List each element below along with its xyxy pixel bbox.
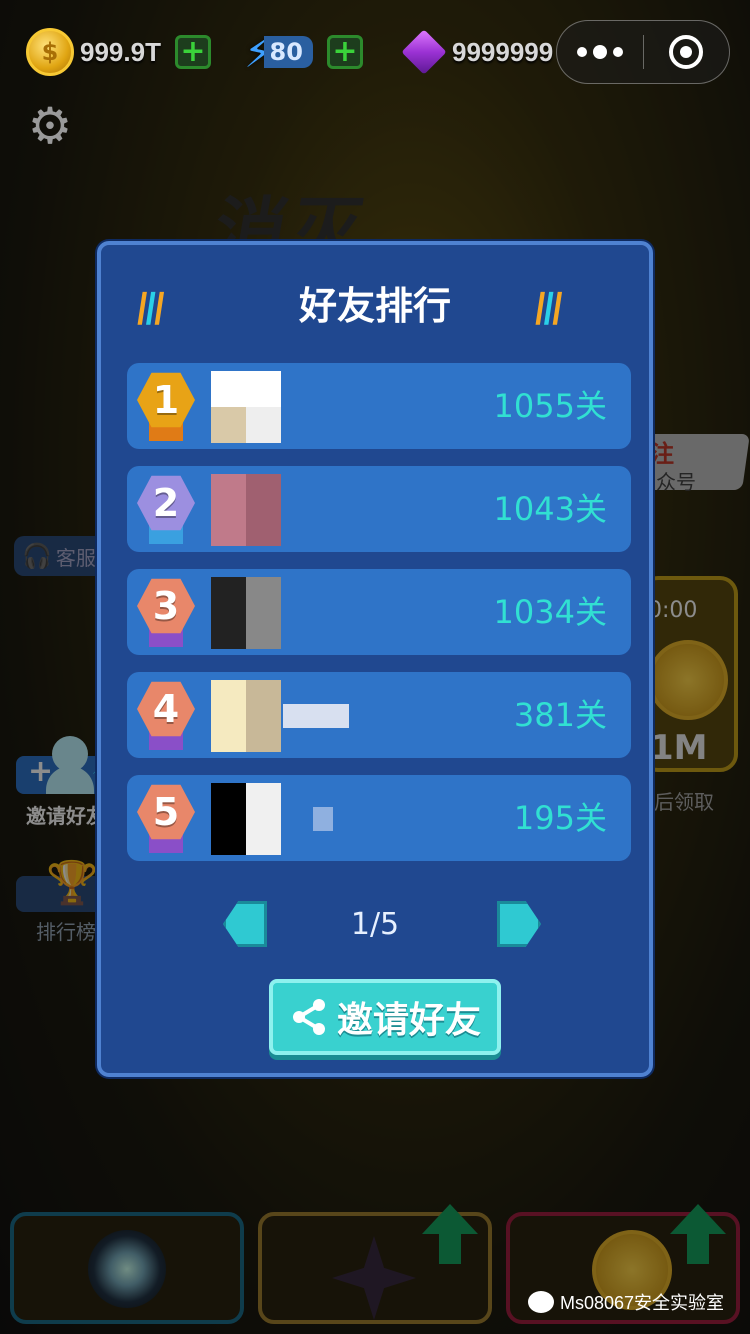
- watermark-text: Ms08067安全实验室: [560, 1293, 725, 1313]
- energy-value: 80: [263, 36, 313, 68]
- miniprogram-capsule: [556, 20, 730, 84]
- watermark: Ms08067安全实验室: [528, 1284, 724, 1320]
- share-icon: [292, 999, 325, 1035]
- ranking-row[interactable]: 5 195关: [127, 775, 631, 861]
- coin-icon: $: [26, 28, 74, 76]
- gems-counter: 9999999: [401, 28, 554, 76]
- rank-badge: 3: [137, 577, 197, 647]
- rank-number: 4: [137, 681, 195, 737]
- coins-value: 999.9T: [80, 36, 161, 67]
- wechat-icon: [528, 1291, 554, 1313]
- score: 1034关: [493, 593, 607, 631]
- nickname-blur: [313, 807, 333, 831]
- avatar: [211, 371, 281, 443]
- rank-number: 1: [137, 372, 195, 428]
- top-bar: $ 999.9T + ⚡ 80 + 9999999 ⚙: [0, 0, 750, 151]
- rank-badge: 5: [137, 783, 197, 853]
- score: 195关: [513, 799, 607, 837]
- modal-title: 好友排行: [298, 284, 451, 328]
- rank-badge: 4: [137, 680, 197, 750]
- score: 1043关: [493, 490, 607, 528]
- avatar: [211, 783, 281, 855]
- ranking-row[interactable]: 1 1055关: [127, 363, 631, 449]
- gems-value: 9999999: [452, 36, 554, 67]
- pagination: 1/5: [101, 901, 649, 951]
- add-coins-button[interactable]: +: [174, 35, 211, 69]
- rank-badge: 1: [137, 371, 197, 441]
- close-target-icon[interactable]: [644, 20, 730, 84]
- coins-counter: $ 999.9T +: [26, 28, 211, 76]
- avatar: [211, 577, 281, 649]
- avatar: [211, 474, 281, 546]
- nickname-blur: [283, 704, 349, 728]
- rank-number: 5: [137, 784, 195, 840]
- gem-icon: [401, 29, 447, 75]
- ranking-row[interactable]: 3 1034关: [127, 569, 631, 655]
- rank-badge: 2: [137, 474, 197, 544]
- ranking-row[interactable]: 4 381关: [127, 672, 631, 758]
- score: 381关: [513, 696, 607, 734]
- avatar: [211, 680, 281, 752]
- invite-friends-button[interactable]: 邀请好友: [269, 979, 501, 1055]
- rank-number: 3: [137, 578, 195, 634]
- page-indicator: 1/5: [350, 907, 400, 942]
- ranking-row[interactable]: 2 1043关: [127, 466, 631, 552]
- friend-ranking-modal: \\\ 好友排行 \\\ 1 1055关 2 1043关 3 1034关 4 3…: [97, 241, 653, 1077]
- rank-number: 2: [137, 475, 195, 531]
- add-energy-button[interactable]: +: [326, 35, 363, 69]
- more-dots-icon[interactable]: [557, 20, 643, 84]
- energy-counter: ⚡ 80 +: [244, 28, 363, 77]
- score: 1055关: [493, 387, 607, 425]
- invite-friends-label: 邀请好友: [336, 1000, 481, 1041]
- settings-gear-icon[interactable]: ⚙: [26, 101, 74, 151]
